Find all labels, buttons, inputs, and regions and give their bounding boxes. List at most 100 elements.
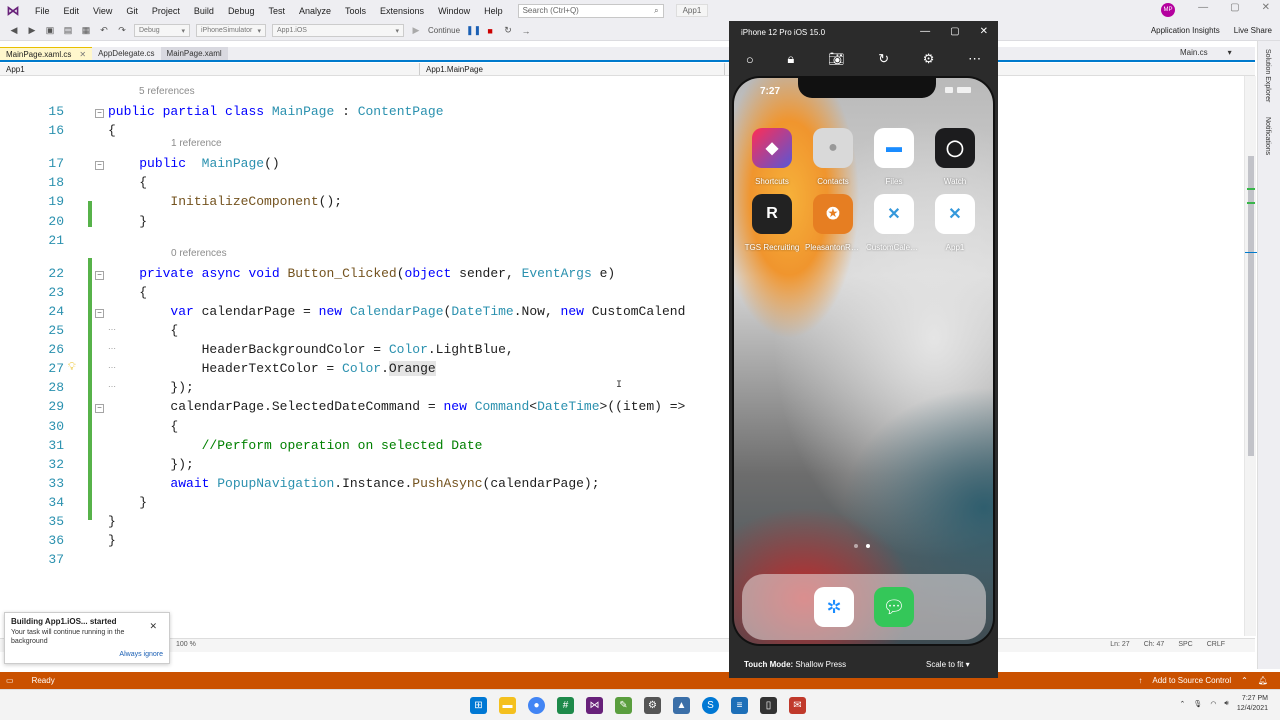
collapse-toggle-icon[interactable]: − [95, 308, 104, 318]
menu-tools[interactable]: Tools [338, 6, 373, 16]
close-icon[interactable]: ✕ [1262, 2, 1270, 13]
scrollbar-thumb[interactable] [1248, 156, 1254, 456]
save-all-icon[interactable]: ▦ [80, 25, 92, 36]
visual-studio-icon[interactable]: ⋈ [586, 697, 603, 714]
app-shortcuts[interactable]: ◆ Shortcuts [744, 128, 800, 186]
scale-dropdown[interactable]: Scale to fit ▾ [926, 660, 970, 669]
codelens-references[interactable]: 0 references [171, 248, 227, 259]
platform-dropdown[interactable]: iPhoneSimulator ▾ [196, 24, 266, 37]
close-icon[interactable]: ✕ [980, 26, 988, 37]
messages-icon[interactable]: 💬︎ [874, 587, 914, 627]
phone-screen[interactable]: 7:27 ◆ Shortcuts ● Contacts ▬ Files ◯ Wa… [734, 78, 993, 644]
code-line[interactable]: 27 ⋯ 💡︎ HeaderTextColor = Color.Orange [0, 361, 728, 380]
code-line[interactable]: 33 await PopupNavigation.Instance.PushAs… [0, 476, 728, 495]
settings-gear-icon[interactable]: ⚙ [923, 51, 935, 67]
minimize-icon[interactable]: — [920, 26, 930, 37]
menu-debug[interactable]: Debug [221, 6, 262, 16]
type-dropdown[interactable]: App1.MainPage [420, 63, 725, 75]
codelens-references[interactable]: 5 references [139, 86, 195, 97]
always-ignore-link[interactable]: Always ignore [119, 651, 163, 658]
app-watch[interactable]: ◯ Watch [927, 128, 983, 186]
code-line[interactable]: 30 { [0, 419, 728, 438]
code-line[interactable]: 17 − public MainPage() [0, 156, 728, 175]
app-app1[interactable]: ✕ App1 [927, 194, 983, 252]
menu-window[interactable]: Window [431, 6, 477, 16]
collapse-toggle-icon[interactable]: − [95, 270, 104, 280]
collapse-toggle-icon[interactable]: − [95, 109, 104, 118]
bell-icon[interactable]: 🔔︎ [1258, 676, 1268, 685]
user-avatar[interactable]: MP [1161, 3, 1175, 17]
continue-button[interactable]: Continue [428, 26, 460, 35]
app-tgs-recruiting[interactable]: R TGS Recruiting [744, 194, 800, 252]
live-share-button[interactable]: Live Share [1234, 26, 1272, 35]
simulator-icon[interactable]: ▯ [760, 697, 777, 714]
code-line[interactable]: 25 ⋯ { [0, 323, 728, 342]
app-files[interactable]: ▬ Files [866, 128, 922, 186]
lock-icon[interactable]: 🔒︎ [787, 51, 794, 67]
solution-explorer-tab[interactable]: Solution Explorer [1264, 49, 1271, 102]
windows-start-icon[interactable]: ⊞ [470, 697, 487, 714]
more-icon[interactable]: ⋯ [968, 51, 981, 67]
microphone-icon[interactable]: 🎙︎ [1193, 700, 1202, 708]
app-customcalendar[interactable]: ✕ CustomCalend... [866, 194, 922, 252]
continue-icon[interactable]: ▶ [410, 25, 422, 36]
code-line[interactable]: 16 { [0, 123, 728, 142]
home-button-icon[interactable]: ○ [746, 52, 754, 67]
settings-icon[interactable]: ⚙ [644, 697, 661, 714]
lightbulb-icon[interactable]: 💡︎ [68, 362, 76, 374]
pause-icon[interactable]: ❚❚ [466, 25, 481, 36]
line-endings[interactable]: CRLF [1207, 641, 1225, 648]
menu-view[interactable]: View [86, 6, 119, 16]
menu-git[interactable]: Git [119, 6, 145, 16]
menu-extensions[interactable]: Extensions [373, 6, 431, 16]
menu-test[interactable]: Test [261, 6, 292, 16]
step-icon[interactable]: → [520, 26, 532, 36]
new-item-icon[interactable]: ▣ [44, 25, 56, 36]
code-line[interactable]: 35} [0, 514, 728, 533]
maximize-icon[interactable]: ▢ [950, 26, 959, 37]
code-line[interactable]: 29 − calendarPage.SelectedDateCommand = n… [0, 399, 728, 418]
code-line[interactable]: 21 [0, 233, 728, 252]
screenshot-icon[interactable]: 📷︎ [828, 51, 845, 67]
chrome-icon[interactable]: ● [528, 697, 545, 714]
chevron-up-icon[interactable]: ⌃ [1180, 700, 1186, 708]
code-editor[interactable]: 5 references 15− public partial class Main… [0, 76, 728, 636]
restart-icon[interactable]: ↻ [502, 25, 514, 36]
code-line[interactable]: 23 { [0, 285, 728, 304]
code-line[interactable]: 18 { [0, 175, 728, 194]
code-line[interactable]: 22 − private async void Button_Clicked(ob… [0, 266, 728, 285]
notes-icon[interactable]: ≡ [731, 697, 748, 714]
wifi-icon[interactable]: ◠ [1210, 700, 1216, 708]
application-insights-button[interactable]: Application Insights [1151, 26, 1220, 35]
startup-project-dropdown[interactable]: App1.iOS ▾ [272, 24, 404, 37]
tab-mainpage-xaml-cs[interactable]: MainPage.xaml.cs ✕ [0, 47, 93, 60]
stop-icon[interactable]: ■ [484, 26, 496, 36]
tab-appdelegate-cs[interactable]: AppDelegate.cs [92, 47, 160, 60]
menu-file[interactable]: File [28, 6, 57, 16]
vertical-scrollbar[interactable] [1244, 76, 1257, 636]
app-pleasanton-rage[interactable]: ✪ PleasantonRag... [805, 194, 861, 252]
code-line[interactable]: 19 InitializeComponent(); [0, 194, 728, 213]
code-line[interactable]: 32 }); [0, 457, 728, 476]
tab-mainpage-xaml[interactable]: MainPage.xaml [160, 47, 228, 60]
photos-icon[interactable]: ▲ [673, 697, 690, 714]
configuration-dropdown[interactable]: Debug ▾ [134, 24, 190, 37]
volume-icon[interactable]: 🔊︎ [1224, 700, 1228, 708]
code-line[interactable]: 36} [0, 533, 728, 552]
rotate-icon[interactable]: ↻ [878, 51, 889, 67]
menu-build[interactable]: Build [187, 6, 221, 16]
app-contacts[interactable]: ● Contacts [805, 128, 861, 186]
menu-help[interactable]: Help [477, 6, 510, 16]
menu-analyze[interactable]: Analyze [292, 6, 338, 16]
notepad-icon[interactable]: ✎ [615, 697, 632, 714]
code-line[interactable]: 31 //Perform operation on selected Date [0, 438, 728, 457]
tab-overflow-icon[interactable]: ▾ [1228, 48, 1232, 57]
code-line[interactable]: 15 − public partial class MainPage : Conte… [0, 104, 728, 123]
file-explorer-icon[interactable]: ▬ [499, 697, 516, 714]
code-line[interactable]: 34 } [0, 495, 728, 514]
forward-icon[interactable]: ▶ [26, 25, 38, 36]
back-icon[interactable]: ◀ [8, 25, 20, 36]
menu-edit[interactable]: Edit [57, 6, 87, 16]
pdf-icon[interactable]: ✉ [789, 697, 806, 714]
code-line[interactable]: 24 − var calendarPage = new CalendarPage(… [0, 304, 728, 323]
